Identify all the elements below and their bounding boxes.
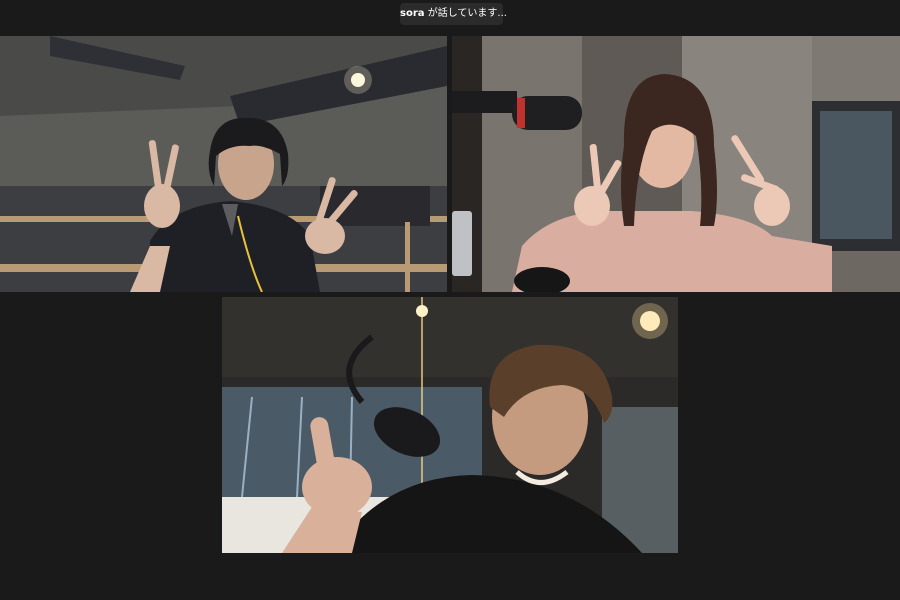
participant-video-3 bbox=[222, 297, 678, 553]
video-call-window: sora が話しています... bbox=[0, 0, 900, 600]
participant-video-2 bbox=[452, 36, 900, 292]
video-tile-1[interactable] bbox=[0, 36, 447, 292]
video-tile-3[interactable] bbox=[222, 297, 678, 553]
speaking-suffix: が話しています... bbox=[424, 8, 507, 19]
speaking-indicator: sora が話しています... bbox=[400, 3, 507, 25]
speaker-name: sora bbox=[400, 8, 425, 19]
participant-video-1 bbox=[0, 36, 447, 292]
video-tile-2[interactable] bbox=[452, 36, 900, 292]
